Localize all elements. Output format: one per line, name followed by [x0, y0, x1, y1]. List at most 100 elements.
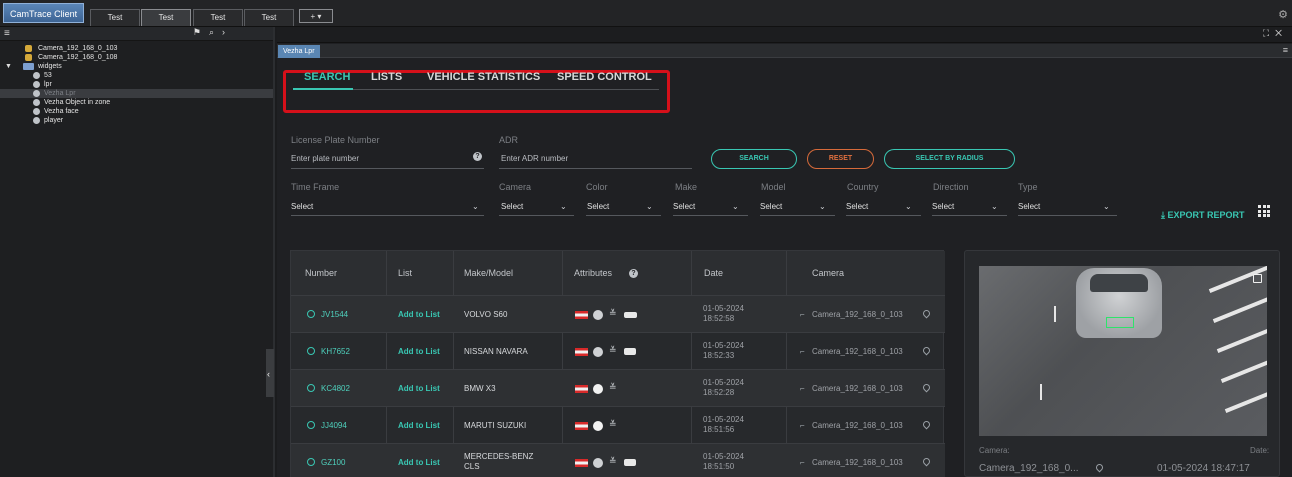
location-pin-icon[interactable]: [921, 345, 932, 356]
column-header-number[interactable]: Number: [305, 268, 337, 278]
type-select[interactable]: Select: [1018, 202, 1040, 211]
window-tab-3[interactable]: Test: [193, 9, 243, 26]
location-pin-icon[interactable]: [921, 382, 932, 393]
reset-button[interactable]: RESET: [807, 149, 874, 169]
panel-collapse-handle[interactable]: ‹: [266, 349, 274, 397]
table-row[interactable]: GZ100 Add to List MERCEDES-BENZ CLS ≚ 01-…: [291, 443, 945, 477]
color-select[interactable]: Select: [587, 202, 609, 211]
add-to-list-link[interactable]: Add to List: [398, 347, 440, 356]
pane-menu-icon[interactable]: ≡: [1283, 45, 1288, 55]
tree-item[interactable]: Camera_192_168_0_103: [0, 44, 273, 53]
table-row[interactable]: KC4802 Add to List BMW X3 ≚ 01-05-2024 18…: [291, 369, 945, 406]
camera-icon: [25, 45, 32, 52]
search-icon[interactable]: [307, 347, 315, 355]
make-label: Make: [675, 182, 698, 192]
column-header-camera[interactable]: Camera: [812, 268, 844, 278]
direction-icon: ≚: [609, 419, 617, 429]
help-icon[interactable]: ?: [473, 152, 482, 161]
window-tab-2[interactable]: Test: [141, 9, 191, 26]
expand-arrow-icon[interactable]: ▼: [5, 62, 12, 71]
plate-input[interactable]: Enter plate number: [291, 154, 359, 163]
chevron-down-icon: ⌄: [1103, 202, 1110, 211]
window-controls[interactable]: ⛶✕: [1263, 28, 1288, 39]
add-to-list-link[interactable]: Add to List: [398, 310, 440, 319]
model-select[interactable]: Select: [760, 202, 782, 211]
plate-number[interactable]: JJ4094: [321, 421, 347, 430]
tree-item[interactable]: ▼ widgets: [0, 62, 273, 71]
select-by-radius-button[interactable]: SELECT BY RADIUS: [884, 149, 1015, 169]
grid-view-icon[interactable]: [1258, 205, 1270, 217]
tab-vehicle-statistics[interactable]: VEHICLE STATISTICS: [427, 71, 540, 83]
color-swatch-icon: [593, 347, 603, 357]
location-pin-icon[interactable]: [921, 308, 932, 319]
column-header-make-model[interactable]: Make/Model: [464, 268, 513, 278]
search-button[interactable]: SEARCH: [711, 149, 797, 169]
table-row[interactable]: JJ4094 Add to List MARUTI SUZUKI ≚ 01-05…: [291, 406, 945, 443]
detection-snapshot[interactable]: [979, 266, 1267, 436]
time-text: 18:52:28: [703, 388, 735, 397]
time-text: 18:51:50: [703, 462, 735, 471]
folder-icon: [23, 63, 34, 70]
tab-speed-control[interactable]: SPEED CONTROL: [557, 71, 652, 83]
location-pin-icon[interactable]: [921, 419, 932, 430]
camera-name: Camera_192_168_0_103: [812, 458, 903, 467]
add-to-list-link[interactable]: Add to List: [398, 458, 440, 467]
direction-icon: ≚: [609, 308, 617, 318]
tab-lists[interactable]: LISTS: [371, 71, 402, 83]
settings-icon[interactable]: ⚙: [1278, 8, 1288, 21]
make-select[interactable]: Select: [673, 202, 695, 211]
date-text: 01-05-2024: [703, 304, 744, 313]
tree-item[interactable]: Vezha Object in zone: [0, 98, 273, 107]
window-tab-1[interactable]: Test: [90, 9, 140, 26]
detection-date: 01-05-2024 18:51:50: [703, 452, 744, 472]
search-icon[interactable]: [307, 384, 315, 392]
column-header-date[interactable]: Date: [704, 268, 723, 278]
plate-number[interactable]: GZ100: [321, 458, 345, 467]
direction-select[interactable]: Select: [932, 202, 954, 211]
expand-icon[interactable]: [1253, 274, 1262, 283]
country-select[interactable]: Select: [846, 202, 868, 211]
add-tab-button[interactable]: + ▾: [299, 9, 333, 23]
plate-number[interactable]: KC4802: [321, 384, 350, 393]
tree-item[interactable]: 53: [0, 71, 273, 80]
tree-item-selected[interactable]: Vezha Lpr: [0, 89, 273, 98]
search-icon[interactable]: [307, 421, 315, 429]
search-icon[interactable]: [307, 458, 315, 466]
window-tab-4[interactable]: Test: [244, 9, 294, 26]
color-swatch-icon: [593, 458, 603, 468]
column-header-list[interactable]: List: [398, 268, 412, 278]
tree-item-label: Vezha Lpr: [44, 90, 76, 97]
table-row[interactable]: KH7652 Add to List NISSAN NAVARA ≚ 01-05…: [291, 332, 945, 369]
pane-tab-vezha-lpr[interactable]: Vezha Lpr: [278, 45, 320, 58]
truck-icon: [624, 348, 636, 355]
tree-item[interactable]: Vezha face: [0, 107, 273, 116]
location-pin-icon[interactable]: [1094, 462, 1105, 473]
plate-number[interactable]: JV1544: [321, 310, 348, 319]
tree-item[interactable]: Camera_192_168_0_108: [0, 53, 273, 62]
tree-item[interactable]: player: [0, 116, 273, 125]
adr-input[interactable]: Enter ADR number: [501, 154, 568, 163]
time-frame-select[interactable]: Select: [291, 202, 313, 211]
location-pin-icon[interactable]: [921, 456, 932, 467]
plate-number[interactable]: KH7652: [321, 347, 350, 356]
tab-search[interactable]: SEARCH: [304, 71, 350, 83]
plate-label: License Plate Number: [291, 135, 380, 145]
help-icon[interactable]: ?: [629, 269, 638, 278]
time-text: 18:52:58: [703, 314, 735, 323]
search-icon[interactable]: [307, 310, 315, 318]
country-flag-icon: [575, 348, 588, 356]
tree-item-label: widgets: [38, 63, 62, 70]
add-to-list-link[interactable]: Add to List: [398, 384, 440, 393]
add-to-list-link[interactable]: Add to List: [398, 421, 440, 430]
window-tabbar: CamTrace Client Test Test Test Test + ▾ …: [0, 0, 1292, 27]
globe-icon: [33, 90, 40, 97]
column-header-attributes[interactable]: Attributes: [574, 268, 612, 278]
app-title[interactable]: CamTrace Client: [3, 3, 85, 23]
camera-select[interactable]: Select: [501, 202, 523, 211]
table-row[interactable]: JV1544 Add to List VOLVO S60 ≚ 01-05-202…: [291, 295, 945, 332]
tree-tool-icons[interactable]: ⚑⌕›: [193, 27, 233, 38]
menu-icon[interactable]: ≡: [4, 28, 10, 39]
export-report-button[interactable]: ⤓ EXPORT REPORT: [1161, 210, 1245, 221]
date-text: 01-05-2024: [703, 378, 744, 387]
tree-item[interactable]: lpr: [0, 80, 273, 89]
